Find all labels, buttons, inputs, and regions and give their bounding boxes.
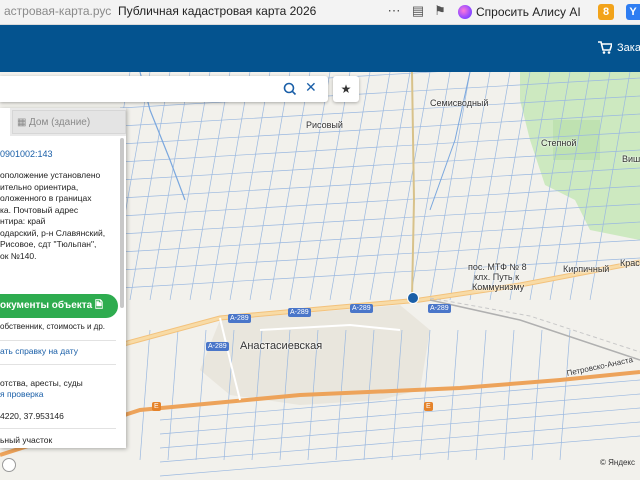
tab-house-label: Дом (здание) [29, 117, 91, 128]
map-label-stepnoy: Степной [541, 138, 577, 148]
address-line: ка. Почтовый адрес [0, 204, 79, 215]
road-shield: A-289 [206, 342, 229, 351]
address-line: оположение установлено [0, 170, 101, 180]
divider [0, 428, 116, 429]
address-text: оположение установлено ительно ориентира… [0, 170, 116, 262]
encumbrances-text: отства, аресты, суды [0, 378, 83, 388]
more-icon[interactable]: ⋯ [386, 3, 402, 19]
documents-button[interactable]: окументы объекта 🗎 [0, 294, 118, 318]
yandex-extension-icon[interactable]: Y [626, 4, 640, 20]
address-line: Рисовое, сдт "Тюльпан", [0, 239, 97, 249]
site-header: Заказы [0, 25, 640, 72]
map-label-semivodny: Семисводный [430, 98, 489, 108]
map-label-anastasievskaya: Анастасиевская [240, 340, 323, 352]
reference-link[interactable]: ать справку на дату [0, 346, 78, 356]
close-icon[interactable]: ✕ [305, 79, 317, 96]
map-label-put: клх. Путь к [474, 272, 520, 282]
check-link[interactable]: я проверка [0, 389, 44, 399]
map-label-kirpichny: Кирпичный [563, 264, 610, 274]
layers-toggle[interactable] [2, 458, 16, 472]
search-icon[interactable] [282, 81, 298, 97]
address-bar[interactable]: астровая-карта.рус [4, 4, 111, 18]
tab-title[interactable]: Публичная кадастровая карта 2026 [118, 4, 316, 18]
search-input[interactable] [6, 80, 280, 100]
reader-icon[interactable]: ▤ [410, 3, 426, 19]
object-info-panel: ▦ Дом (здание) 0901002:143 оположение ус… [0, 108, 126, 448]
map-copyright: © Яндекс [600, 458, 636, 467]
map-label-mtf: пос. МТФ № 8 [468, 262, 527, 272]
divider [0, 340, 116, 341]
address-line: оложенного в границах [0, 193, 92, 203]
orders-button[interactable]: Заказы [598, 41, 640, 54]
browser-toolbar: астровая-карта.рус Публичная кадастровая… [0, 0, 640, 25]
address-line: нтира: край [0, 216, 46, 226]
alice-icon [458, 4, 472, 19]
coordinates-text: 4220, 37.953146 [0, 411, 64, 421]
road-shield: A-289 [428, 304, 451, 313]
alice-label: Спросить Алису AI [476, 4, 581, 19]
selected-parcel-marker[interactable] [407, 292, 419, 304]
address-line: одарский, р-н Славянский, [0, 227, 106, 238]
road-shield: A-289 [288, 308, 311, 317]
extension-badge[interactable]: 8 [598, 4, 614, 20]
map-label-kommunizmu: Коммунизму [472, 282, 525, 292]
road-shield: A-289 [350, 304, 373, 313]
map-label-vish: Виш [622, 154, 640, 164]
document-icon: 🗎 [95, 300, 104, 311]
bookmark-icon[interactable]: ⚑ [432, 3, 448, 19]
tab-land[interactable] [0, 108, 10, 136]
star-icon[interactable]: ★ [333, 76, 359, 102]
cart-icon [598, 41, 612, 54]
documents-button-label: окументы объекта [0, 300, 93, 311]
panel-scrollbar[interactable] [120, 138, 124, 308]
orders-label: Заказы [617, 41, 640, 54]
address-line: ок №140. [0, 250, 37, 261]
cadastral-number[interactable]: 0901002:143 [0, 149, 53, 159]
building-icon: ▦ [17, 117, 27, 128]
road-shield: A-289 [228, 314, 251, 323]
alice-button[interactable]: Спросить Алису AI [458, 2, 581, 21]
road-shield-e: E [152, 402, 161, 411]
map-label-risoviy: Рисовый [306, 120, 343, 130]
search-bar: ✕ [0, 76, 328, 102]
panel-tabs: ▦ Дом (здание) [0, 108, 126, 136]
land-type-text: ьный участок [0, 435, 53, 445]
divider [0, 364, 116, 365]
address-line: ительно ориентира, [0, 181, 79, 192]
documents-subtitle: обственник, стоимость и др. [0, 322, 105, 331]
tab-house[interactable]: ▦ Дом (здание) [12, 110, 126, 134]
map-label-krasn: Крас [620, 258, 640, 268]
road-shield-e: E [424, 402, 433, 411]
